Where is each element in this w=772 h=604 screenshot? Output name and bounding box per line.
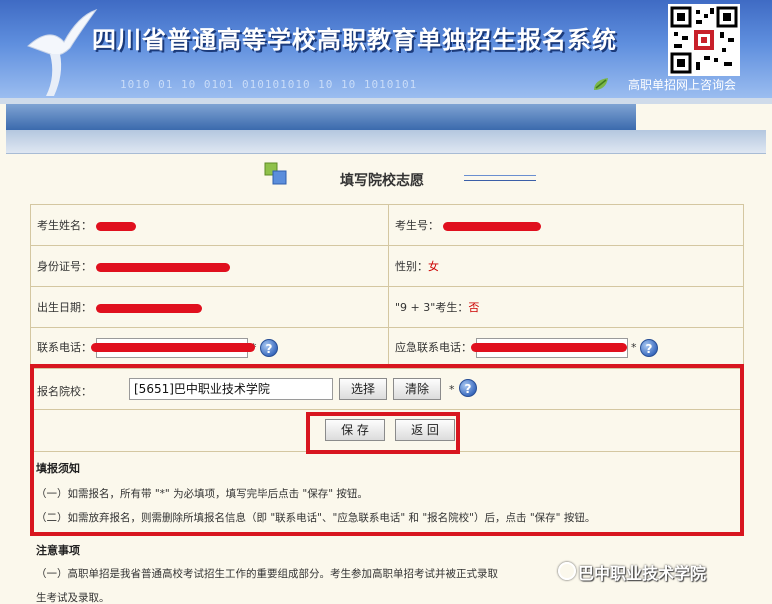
help-icon[interactable]: ?	[640, 339, 658, 357]
redaction-mark	[95, 221, 136, 231]
nine-three-value: 否	[468, 301, 480, 314]
page-title: 填写院校志愿	[340, 173, 424, 189]
header-banner: 1010 01 10 0101 010101010 10 10 1010101 …	[0, 0, 772, 98]
cubes-icon	[264, 162, 287, 185]
title-underline	[464, 180, 536, 181]
nine-three-label: "9 + 3"考生：	[395, 301, 469, 314]
caution-item: 生考试及录取。	[36, 592, 110, 604]
watermark-text: 巴中职业技术学院	[578, 564, 707, 583]
gender-label: 性别：	[395, 260, 428, 273]
qr-code-icon	[668, 4, 740, 76]
banner-binary-text: 1010 01 10 0101 010101010 10 10 1010101	[120, 78, 418, 91]
title-underline	[464, 175, 536, 176]
caution-title: 注意事项	[36, 544, 80, 557]
exam-no-cell: 考生号：	[388, 204, 744, 246]
name-cell: 考生姓名：	[30, 204, 389, 246]
dob-cell: 出生日期：	[30, 286, 389, 328]
emergency-cell: 应急联系电话： * ?	[388, 327, 744, 369]
nine-three-cell: "9 + 3"考生：否	[388, 286, 744, 328]
candidate-info-table: 考生姓名： 考生号： 身份证号： 性别：女 出生日期： "9 + 3"考生：否 …	[30, 204, 744, 369]
caution-section: 注意事项 （一）高职单招是我省普通高校考试招生工作的重要组成部分。考生参加高职单…	[36, 542, 756, 604]
help-icon[interactable]: ?	[260, 339, 278, 357]
wechat-icon	[558, 562, 576, 580]
emergency-required-mark: *	[631, 341, 637, 354]
redaction-mark	[442, 221, 541, 231]
name-label: 考生姓名：	[37, 219, 92, 232]
redaction-mark	[470, 343, 627, 352]
gender-value: 女	[428, 260, 439, 273]
id-label: 身份证号：	[37, 260, 92, 273]
leaf-icon	[594, 78, 608, 90]
nav-menu-bar	[6, 104, 636, 130]
phone-input[interactable]	[90, 338, 255, 358]
system-title: 四川省普通高等学校高职教育单独招生报名系统	[92, 25, 617, 54]
redaction-mark	[90, 343, 255, 352]
exam-no-label: 考生号：	[395, 219, 439, 232]
phone-cell: 联系电话： * ?	[30, 327, 389, 369]
redaction-mark	[95, 262, 230, 272]
caution-item: （一）高职单招是我省普通高校考试招生工作的重要组成部分。考生参加高职单招考试并被…	[36, 568, 498, 580]
gender-cell: 性别：女	[388, 245, 744, 287]
redaction-mark	[95, 303, 202, 313]
dob-label: 出生日期：	[37, 301, 92, 314]
section-heading: 填写院校志愿	[264, 160, 554, 190]
phone-label: 联系电话：	[37, 341, 92, 354]
emergency-phone-input[interactable]	[470, 338, 628, 358]
highlight-box	[306, 412, 460, 454]
id-cell: 身份证号：	[30, 245, 389, 287]
seagull-logo-icon	[27, 9, 98, 96]
nav-sub-bar	[6, 130, 766, 154]
consult-link[interactable]: 高职单招网上咨询会	[628, 76, 736, 93]
emergency-label: 应急联系电话：	[395, 341, 472, 354]
